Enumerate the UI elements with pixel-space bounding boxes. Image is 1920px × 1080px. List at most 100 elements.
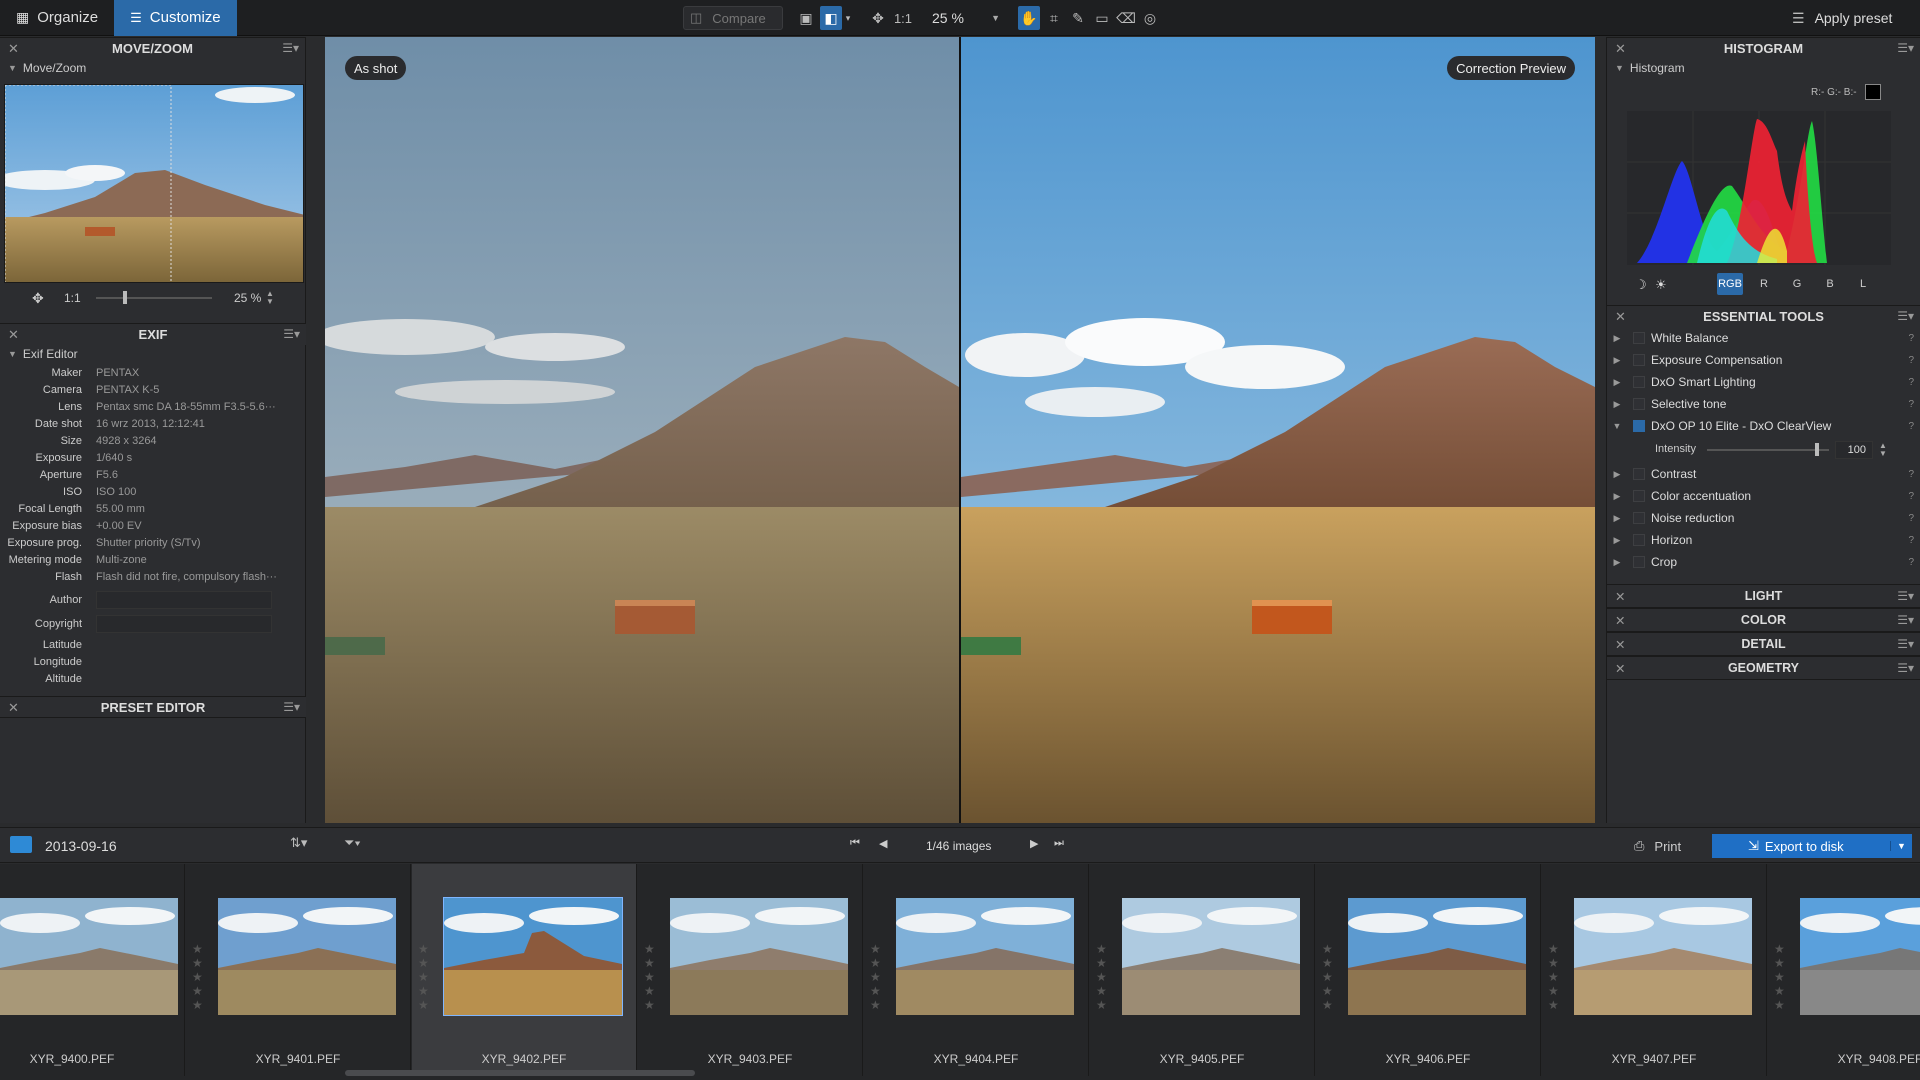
zoom-stepper[interactable]: ▲ ▼ [266, 290, 274, 306]
tool-toggle[interactable] [1633, 468, 1645, 480]
filter-icon[interactable]: ⏷▾ [344, 835, 361, 851]
single-view-icon[interactable]: ▣ [796, 6, 816, 30]
movezoom-subheader[interactable]: ▼ Move/Zoom [0, 59, 305, 77]
rating-stars[interactable]: ★ ★ ★ ★ ★ [1096, 942, 1107, 1012]
tab-customize[interactable]: ☰ Customize [114, 0, 237, 36]
rating-stars[interactable]: ★ ★ ★ ★ ★ [644, 942, 655, 1012]
tool-smart-lighting[interactable]: ▶ DxO Smart Lighting? [1607, 371, 1920, 393]
group-detail[interactable]: ✕ DETAIL ☰▾ [1607, 632, 1920, 656]
rating-stars[interactable]: ★ ★ ★ ★ ★ [870, 942, 881, 1012]
tool-clearview[interactable]: ▼ DxO OP 10 Elite - DxO ClearView? [1607, 415, 1920, 437]
copyright-input[interactable] [96, 615, 272, 633]
exif-value[interactable]: F5.6 [96, 469, 281, 481]
export-button[interactable]: ⇲ Export to disk ▼ [1712, 834, 1912, 858]
view-dropdown-icon[interactable]: ▾ [842, 6, 854, 30]
author-input[interactable] [96, 591, 272, 609]
group-geometry[interactable]: ✕ GEOMETRY ☰▾ [1607, 656, 1920, 680]
close-icon[interactable]: ✕ [1615, 661, 1625, 676]
hand-tool-icon[interactable]: ✋ [1018, 6, 1040, 30]
split-view-icon[interactable]: ◧ [820, 6, 842, 30]
help-icon[interactable]: ? [1908, 513, 1914, 524]
rating-stars[interactable]: ★ ★ ★ ★ ★ [192, 942, 203, 1012]
panel-menu-icon[interactable]: ☰▾ [283, 700, 300, 714]
close-icon[interactable]: ✕ [1615, 41, 1626, 57]
exif-subheader[interactable]: ▼ Exif Editor [0, 345, 306, 363]
help-icon[interactable]: ? [1908, 333, 1914, 344]
close-icon[interactable]: ✕ [8, 41, 19, 57]
tool-selective-tone[interactable]: ▶ Selective tone? [1607, 393, 1920, 415]
tool-toggle[interactable] [1633, 398, 1645, 410]
exif-value[interactable]: 1/640 s [96, 452, 281, 464]
help-icon[interactable]: ? [1908, 399, 1914, 410]
thumbnail[interactable]: ★ ★ ★ ★ ★ XYR_9405.PEF [1090, 864, 1315, 1076]
zoom-select[interactable]: 25 % ▼ [926, 6, 1006, 30]
help-icon[interactable]: ? [1908, 377, 1914, 388]
channel-r[interactable]: R [1751, 273, 1777, 295]
exif-value[interactable]: 16 wrz 2013, 12:12:41 [96, 418, 281, 430]
zoom-1to1-button[interactable]: 1:1 [892, 6, 914, 30]
channel-g[interactable]: G [1784, 273, 1810, 295]
histogram-subheader[interactable]: ▼ Histogram [1607, 59, 1920, 77]
panel-menu-icon[interactable]: ☰▾ [282, 41, 299, 55]
first-image-icon[interactable]: ⏮ [850, 837, 860, 850]
shadow-clipping-icon[interactable]: ☽ [1635, 277, 1647, 293]
group-light[interactable]: ✕ LIGHT ☰▾ [1607, 584, 1920, 608]
exif-value[interactable]: Multi-zone [96, 554, 281, 566]
next-image-icon[interactable]: ▶ [1030, 837, 1038, 850]
panel-menu-icon[interactable]: ☰▾ [1897, 589, 1914, 603]
crop-tool-icon[interactable]: ⌗ [1044, 6, 1064, 30]
help-icon[interactable]: ? [1908, 421, 1914, 432]
help-icon[interactable]: ? [1908, 491, 1914, 502]
channel-b[interactable]: B [1817, 273, 1843, 295]
close-icon[interactable]: ✕ [1615, 613, 1625, 628]
image-viewer[interactable]: As shot Correction Preview [325, 37, 1595, 823]
panel-menu-icon[interactable]: ☰▾ [1897, 661, 1914, 675]
tool-toggle[interactable] [1633, 512, 1645, 524]
help-icon[interactable]: ? [1908, 355, 1914, 366]
thumbnail[interactable]: ★★★★★XYR_9400.PEF [0, 864, 185, 1076]
rating-stars[interactable]: ★ ★ ★ ★ ★ [1322, 942, 1333, 1012]
tool-exposure-compensation[interactable]: ▶ Exposure Compensation? [1607, 349, 1920, 371]
redeye-tool-icon[interactable]: ◎ [1140, 6, 1160, 30]
close-icon[interactable]: ✕ [1615, 309, 1626, 325]
horizon-tool-icon[interactable]: ▭ [1092, 6, 1112, 30]
move-icon[interactable]: ✥ [32, 290, 44, 307]
intensity-input[interactable]: 100 [1835, 441, 1873, 459]
tool-toggle[interactable] [1633, 354, 1645, 366]
navigator-preview[interactable] [4, 84, 304, 283]
rating-stars[interactable]: ★ ★ ★ ★ ★ [1774, 942, 1785, 1012]
filmstrip-scrollbar[interactable] [345, 1070, 695, 1076]
help-icon[interactable]: ? [1908, 557, 1914, 568]
panel-menu-icon[interactable]: ☰▾ [1897, 637, 1914, 651]
exif-value[interactable]: 4928 x 3264 [96, 435, 281, 447]
group-color[interactable]: ✕ COLOR ☰▾ [1607, 608, 1920, 632]
channel-l[interactable]: L [1850, 273, 1876, 295]
exif-value[interactable]: Flash did not fire, compulsory flash··· [96, 571, 281, 583]
tool-color-accentuation[interactable]: ▶ Color accentuation? [1607, 485, 1920, 507]
print-button[interactable]: ⎙ Print [1628, 834, 1704, 858]
tool-toggle[interactable] [1633, 556, 1645, 568]
tool-toggle[interactable] [1633, 332, 1645, 344]
thumbnail[interactable]: ★ ★ ★ ★ ★ XYR_9401.PEF [186, 864, 411, 1076]
tool-white-balance[interactable]: ▶ White Balance? [1607, 327, 1920, 349]
panel-menu-icon[interactable]: ☰▾ [1897, 41, 1914, 55]
zoom-slider[interactable] [96, 291, 212, 304]
close-icon[interactable]: ✕ [8, 700, 19, 716]
export-dropdown-icon[interactable]: ▼ [1890, 841, 1912, 851]
thumbnail[interactable]: ★ ★ ★ ★ ★ XYR_9408.PEF [1768, 864, 1920, 1076]
close-icon[interactable]: ✕ [8, 327, 19, 343]
tool-contrast[interactable]: ▶ Contrast? [1607, 463, 1920, 485]
exif-value[interactable]: PENTAX [96, 367, 281, 379]
tab-organize[interactable]: ▦ Organize [0, 0, 114, 36]
help-icon[interactable]: ? [1908, 535, 1914, 546]
ratio-button[interactable]: 1:1 [64, 291, 81, 305]
apply-preset-button[interactable]: ☰ Apply preset [1784, 4, 1914, 32]
exif-value[interactable]: Pentax smc DA 18-55mm F3.5-5.6··· [96, 401, 281, 413]
thumbnail[interactable]: ★ ★ ★ ★ ★ XYR_9407.PEF [1542, 864, 1767, 1076]
tool-toggle[interactable] [1633, 490, 1645, 502]
tool-toggle[interactable] [1633, 376, 1645, 388]
thumbnail[interactable]: ★ ★ ★ ★ ★ XYR_9402.PEF [412, 864, 637, 1076]
thumbnail[interactable]: ★ ★ ★ ★ ★ XYR_9404.PEF [864, 864, 1089, 1076]
compare-button[interactable]: ◫ Compare [683, 6, 783, 30]
exif-value[interactable]: 55.00 mm [96, 503, 281, 515]
